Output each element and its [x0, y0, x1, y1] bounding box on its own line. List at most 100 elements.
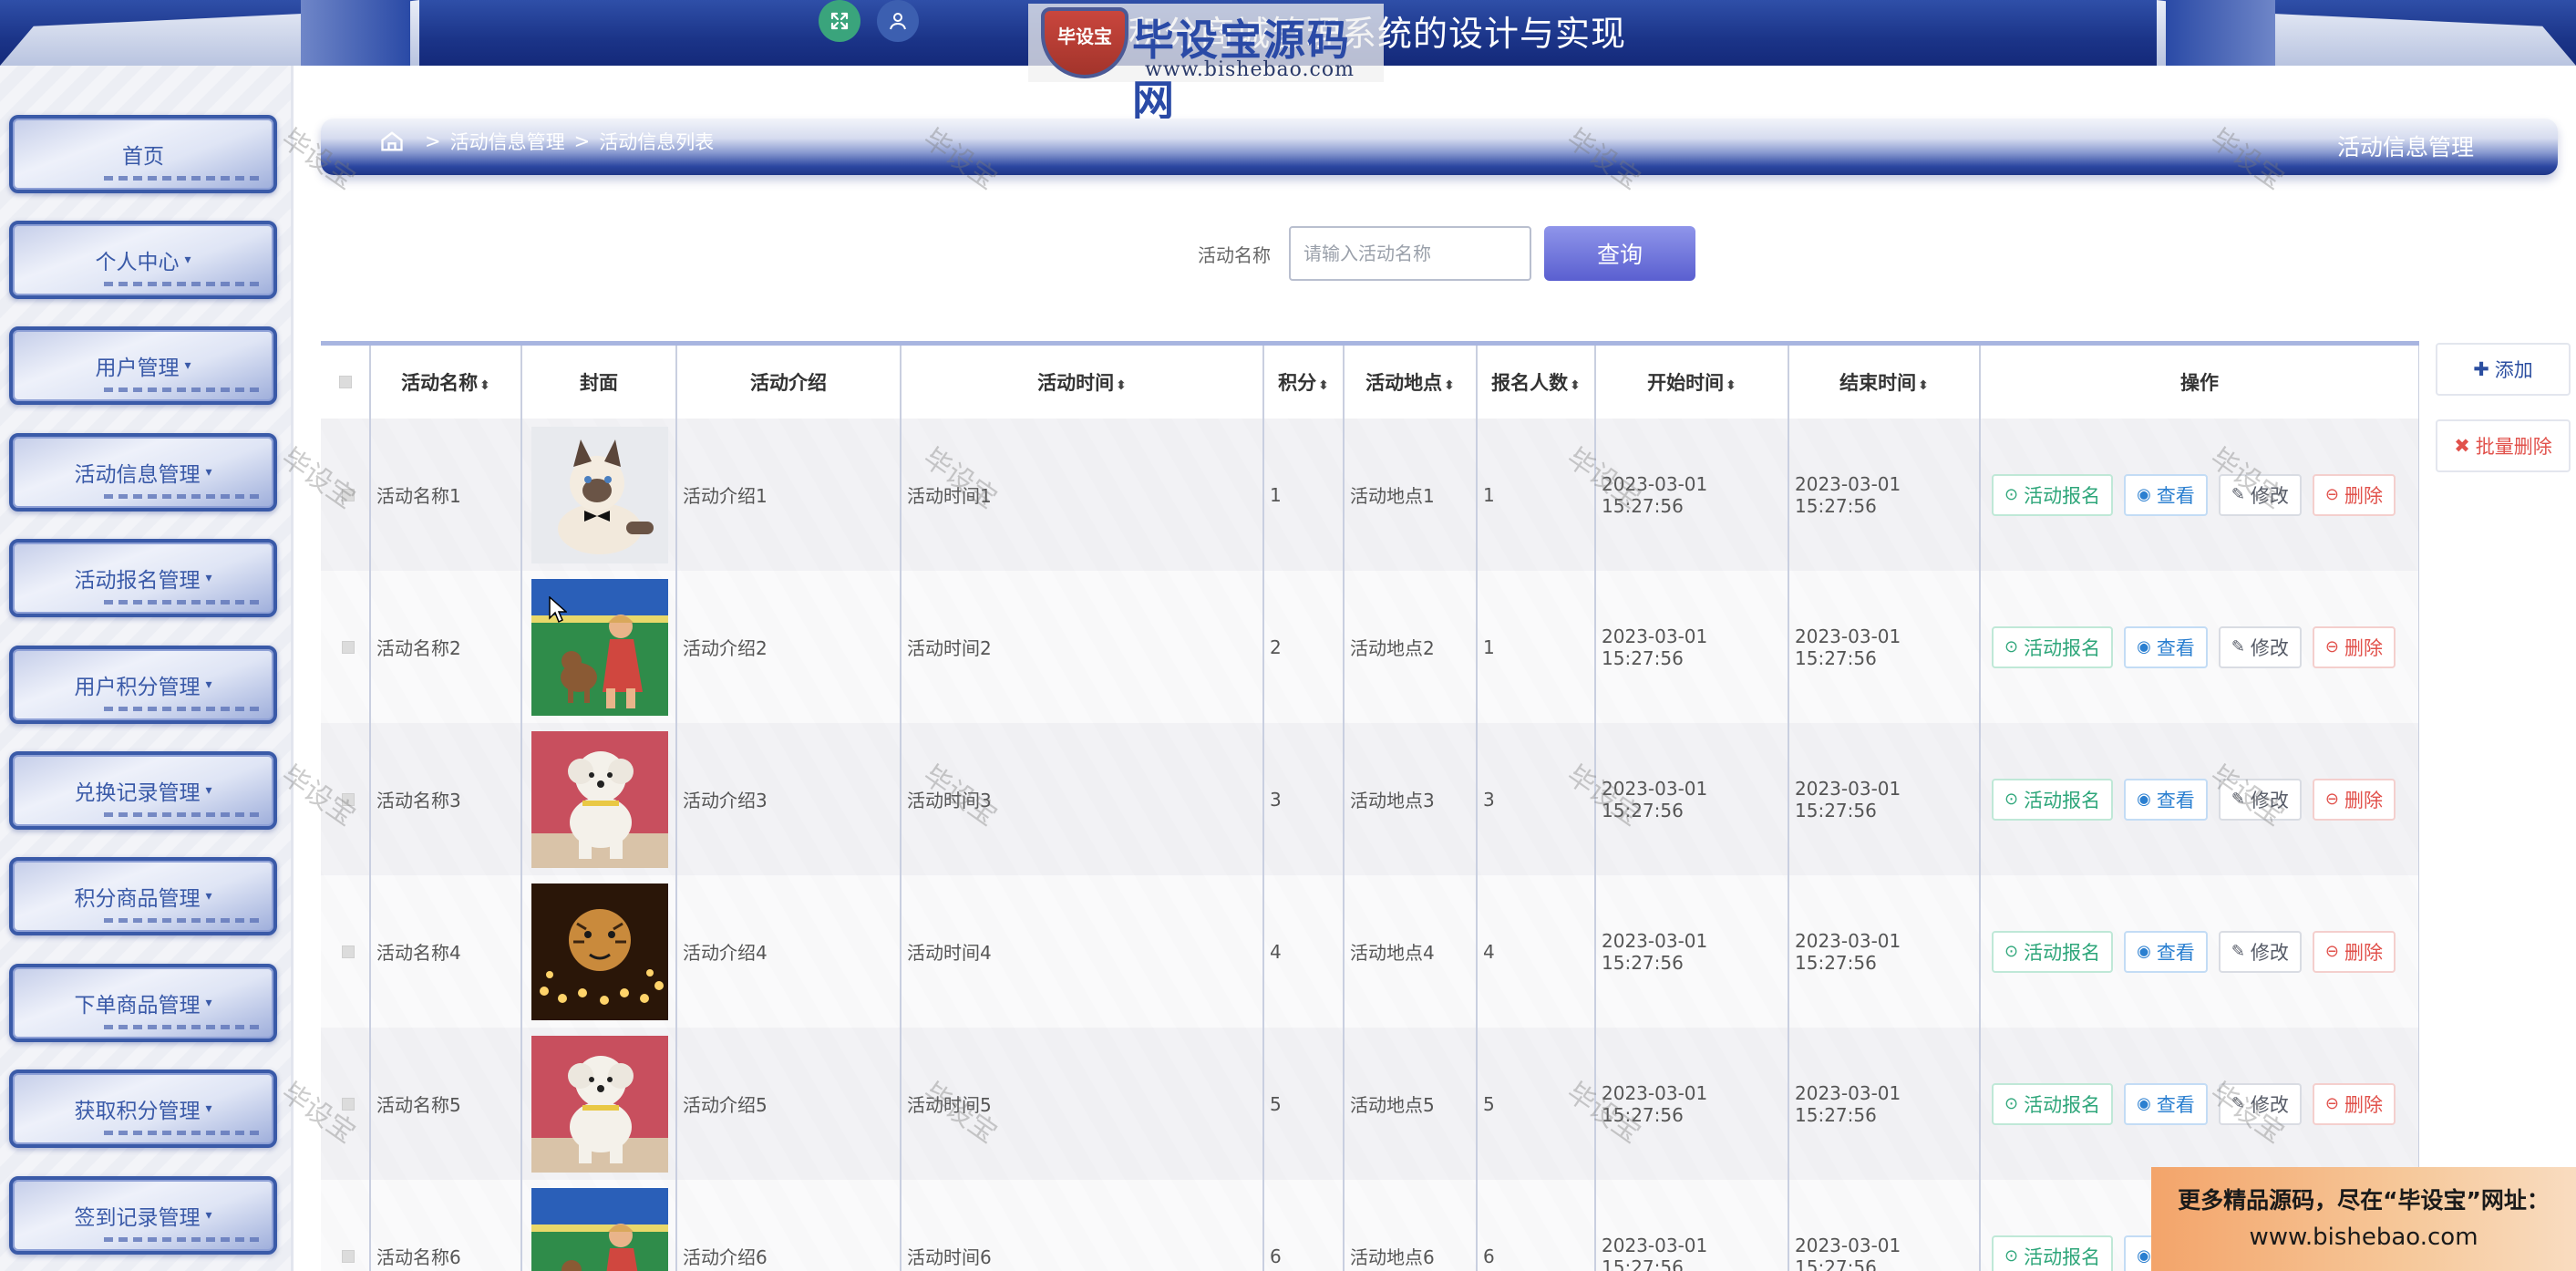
- caret-down-icon: ▾: [205, 1208, 212, 1223]
- breadcrumb-bar: > 活动信息管理 > 活动信息列表 活动信息管理: [321, 119, 2558, 175]
- caret-down-icon: ▾: [184, 253, 191, 267]
- row-checkbox[interactable]: [321, 418, 371, 571]
- breadcrumb-level1[interactable]: 活动信息管理: [450, 128, 565, 155]
- cell-intro: 活动介绍1: [676, 418, 902, 571]
- cell-place: 活动地点3: [1344, 723, 1478, 875]
- promo-url[interactable]: www.bishebao.com: [2249, 1219, 2478, 1256]
- row-checkbox[interactable]: [321, 1028, 371, 1180]
- column-header-points[interactable]: 积分 ⬍: [1263, 346, 1345, 418]
- sort-icon[interactable]: ⬍: [1116, 378, 1127, 393]
- sidebar-item-point-goods[interactable]: 积分商品管理 ▾: [9, 857, 277, 935]
- sort-icon[interactable]: ⬍: [1726, 378, 1736, 393]
- sidebar-item-home[interactable]: 首页: [9, 115, 277, 193]
- sidebar-item-activities[interactable]: 活动信息管理 ▾: [9, 433, 277, 512]
- delete-button[interactable]: ⊖删除: [2312, 930, 2396, 973]
- caret-down-icon: ▾: [184, 358, 191, 373]
- view-button[interactable]: ◉查看: [2124, 778, 2208, 821]
- cell-place: 活动地点5: [1344, 1028, 1478, 1180]
- row-checkbox[interactable]: [321, 875, 371, 1028]
- cell-time: 活动时间1: [901, 418, 1264, 571]
- check-circle-icon: ⊙: [2004, 485, 2019, 504]
- row-checkbox[interactable]: [321, 1180, 371, 1271]
- check-circle-icon: ⊙: [2004, 942, 2019, 961]
- sort-icon[interactable]: ⬍: [479, 378, 490, 393]
- sort-icon[interactable]: ⬍: [1318, 378, 1329, 393]
- view-button[interactable]: ◉查看: [2124, 473, 2208, 516]
- sort-icon[interactable]: ⬍: [1570, 378, 1581, 393]
- sidebar-item-exchange-records[interactable]: 兑换记录管理 ▾: [9, 751, 277, 830]
- breadcrumb-level2: 活动信息列表: [599, 131, 715, 153]
- sidebar-item-checkin-records[interactable]: 签到记录管理 ▾: [9, 1176, 277, 1255]
- column-header-end[interactable]: 结束时间 ⬍: [1788, 346, 1981, 418]
- sort-icon[interactable]: ⬍: [1444, 378, 1455, 393]
- cell-start-time: 2023-03-01 15:27:56: [1595, 875, 1789, 1028]
- column-header-name[interactable]: 活动名称 ⬍: [370, 346, 522, 418]
- view-button[interactable]: ◉查看: [2124, 1082, 2208, 1125]
- cover-image[interactable]: [531, 883, 668, 1020]
- delete-button[interactable]: ⊖删除: [2312, 778, 2396, 821]
- delete-button[interactable]: ⊖删除: [2312, 1082, 2396, 1125]
- edit-button[interactable]: ✎修改: [2218, 625, 2302, 668]
- delete-button[interactable]: ⊖删除: [2312, 473, 2396, 516]
- row-checkbox[interactable]: [321, 571, 371, 723]
- row-checkbox[interactable]: [321, 723, 371, 875]
- signup-button[interactable]: ⊙ 活动报名: [1992, 778, 2114, 821]
- delete-button[interactable]: ⊖删除: [2312, 625, 2396, 668]
- breadcrumb-separator: >: [425, 130, 441, 152]
- edit-button[interactable]: ✎修改: [2218, 473, 2302, 516]
- eye-icon: ◉: [2137, 637, 2151, 656]
- activity-table: 活动名称 ⬍ 封面 活动介绍 活动时间 ⬍ 积分 ⬍ 活动地点 ⬍ 报名人数 ⬍ 开始时间…: [321, 341, 2419, 1271]
- signup-button[interactable]: ⊙ 活动报名: [1992, 625, 2114, 668]
- search-input[interactable]: [1289, 226, 1531, 281]
- column-header-count[interactable]: 报名人数 ⬍: [1477, 346, 1596, 418]
- signup-button[interactable]: ⊙ 活动报名: [1992, 1082, 2114, 1125]
- select-all-checkbox[interactable]: [321, 346, 371, 418]
- cell-end-time: 2023-03-01 15:27:56: [1788, 1180, 1981, 1271]
- plus-icon: ✚: [2473, 358, 2489, 380]
- table-row: 活动名称2 活动介绍2 活动时间2 2 活动地点2 1 2023-03-01 15:27:5…: [321, 571, 2419, 723]
- cell-actions: ⊙活动报名◉查看✎修改⊖删除: [1980, 1028, 2419, 1180]
- caret-down-icon: ▾: [205, 889, 212, 904]
- search-button[interactable]: 查询: [1544, 226, 1695, 281]
- edit-button[interactable]: ✎修改: [2218, 1082, 2302, 1125]
- sidebar-item-profile[interactable]: 个人中心 ▾: [9, 221, 277, 299]
- sidebar-item-earn-points[interactable]: 获取积分管理 ▾: [9, 1070, 277, 1148]
- header-wing-left-block: [301, 0, 410, 66]
- cover-image[interactable]: [531, 1035, 668, 1173]
- edit-button[interactable]: ✎修改: [2218, 778, 2302, 821]
- signup-button[interactable]: ⊙ 活动报名: [1992, 473, 2114, 516]
- cell-signup-count: 6: [1477, 1180, 1596, 1271]
- cover-image[interactable]: [531, 730, 668, 868]
- edit-button[interactable]: ✎修改: [2218, 930, 2302, 973]
- home-icon[interactable]: [379, 129, 405, 154]
- signup-button[interactable]: ⊙ 活动报名: [1992, 1235, 2114, 1271]
- search-label: 活动名称: [1198, 244, 1271, 266]
- add-button[interactable]: ✚ 添加: [2436, 343, 2571, 396]
- sidebar-item-ordered-goods[interactable]: 下单商品管理 ▾: [9, 964, 277, 1042]
- promo-banner[interactable]: 更多精品源码，尽在“毕设宝”网址： www.bishebao.com: [2151, 1167, 2576, 1271]
- caret-down-icon: ▾: [205, 677, 212, 692]
- batch-delete-button[interactable]: ✖ 批量删除: [2436, 419, 2571, 472]
- cell-points: 5: [1263, 1028, 1345, 1180]
- cell-activity-name: 活动名称1: [370, 418, 522, 571]
- column-header-place[interactable]: 活动地点 ⬍: [1344, 346, 1478, 418]
- sidebar-item-user-points[interactable]: 用户积分管理 ▾: [9, 646, 277, 724]
- sidebar-item-label: 积分商品管理: [74, 887, 201, 911]
- mouse-cursor-icon: [549, 596, 567, 624]
- signup-button[interactable]: ⊙ 活动报名: [1992, 930, 2114, 973]
- check-circle-icon: ⊙: [2004, 1246, 2019, 1266]
- view-button[interactable]: ◉查看: [2124, 930, 2208, 973]
- column-header-start[interactable]: 开始时间 ⬍: [1595, 346, 1789, 418]
- cover-image[interactable]: [531, 1187, 668, 1271]
- column-header-time[interactable]: 活动时间 ⬍: [901, 346, 1264, 418]
- caret-down-icon: ▾: [205, 465, 212, 480]
- sort-icon[interactable]: ⬍: [1918, 378, 1929, 393]
- view-button[interactable]: ◉查看: [2124, 625, 2208, 668]
- sidebar-item-users[interactable]: 用户管理 ▾: [9, 326, 277, 405]
- user-icon[interactable]: [877, 0, 919, 42]
- sidebar-item-activity-signups[interactable]: 活动报名管理 ▾: [9, 539, 277, 617]
- sidebar-item-label: 兑换记录管理: [74, 781, 201, 805]
- cell-place: 活动地点2: [1344, 571, 1478, 723]
- cover-image[interactable]: [531, 426, 668, 563]
- expand-icon[interactable]: [819, 0, 860, 42]
